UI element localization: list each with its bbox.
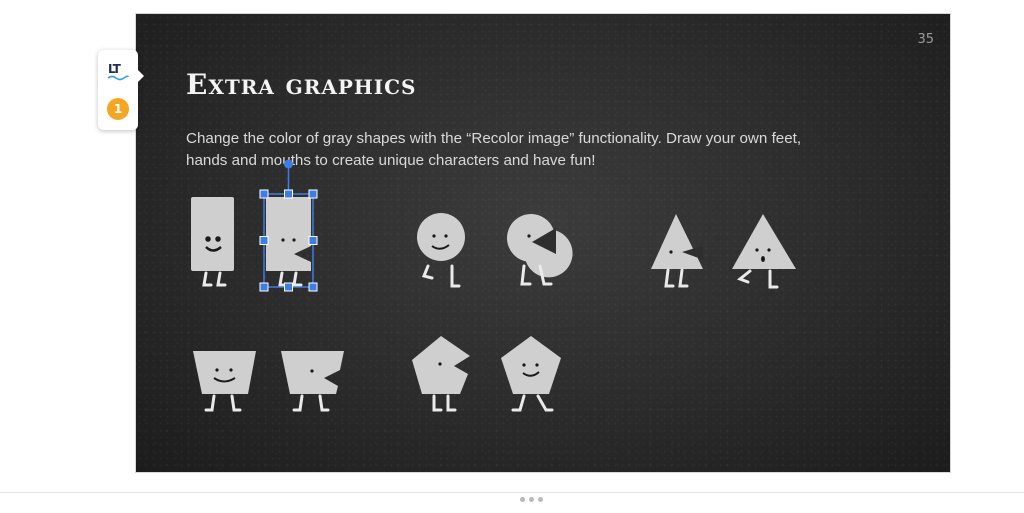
trapezoid-character-smile[interactable] (193, 351, 256, 412)
error-count-badge[interactable]: 1 (107, 98, 129, 120)
circle-character-smile[interactable] (417, 213, 465, 288)
trapezoid-character-pacman[interactable] (281, 351, 344, 412)
more-dots-icon[interactable] (520, 497, 548, 503)
rectangle-character-smile[interactable] (191, 197, 234, 287)
panel-pointer (138, 70, 144, 82)
character-graphics (191, 159, 796, 412)
addon-side-panel[interactable]: LT 1 (98, 50, 144, 130)
circle-character-pacman[interactable] (507, 214, 573, 286)
languagetool-logo-icon[interactable]: LT (106, 62, 130, 86)
pentagon-character-smile[interactable] (501, 336, 561, 412)
pentagon-character-pacman[interactable] (412, 336, 470, 412)
rotate-handle[interactable] (284, 159, 293, 169)
slide[interactable]: 35 Extra graphics Change the color of gr… (136, 14, 950, 472)
triangle-character-surprised[interactable] (732, 214, 796, 289)
wave-icon (107, 75, 129, 81)
filmstrip-divider[interactable] (0, 492, 1024, 513)
rectangle-character-pacman[interactable] (266, 197, 311, 287)
triangle-character-pacman[interactable] (651, 214, 704, 288)
